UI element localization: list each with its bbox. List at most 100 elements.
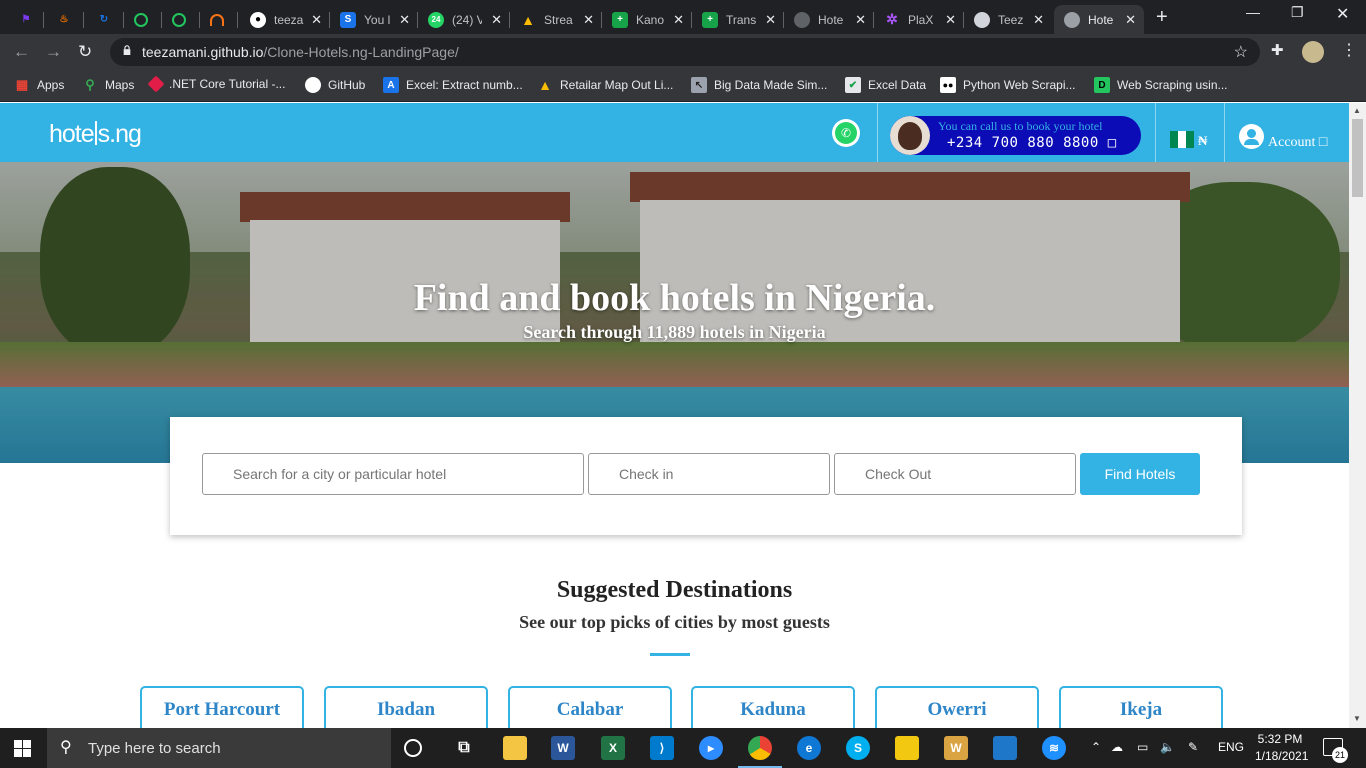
currency-selector[interactable]: ₦ bbox=[1198, 133, 1207, 149]
bookmark-excel-extract[interactable]: A Excel: Extract numb... bbox=[383, 77, 523, 93]
volume-icon[interactable]: 🔈 bbox=[1160, 740, 1175, 754]
edge-icon[interactable]: e bbox=[797, 736, 821, 760]
tray-expand-icon[interactable]: ⌃ bbox=[1091, 740, 1101, 754]
back-arrow-icon[interactable]: ← bbox=[13, 42, 30, 62]
browser-tab[interactable]: ♨ bbox=[46, 5, 84, 34]
language-indicator[interactable]: ENG bbox=[1218, 740, 1244, 754]
file-explorer-icon[interactable] bbox=[503, 736, 527, 760]
browser-tab[interactable]: ● teeza ✕ bbox=[240, 5, 330, 34]
check-out-input[interactable] bbox=[834, 453, 1076, 495]
restore-button[interactable]: ❐ bbox=[1291, 4, 1304, 21]
new-tab-button[interactable]: + bbox=[1156, 6, 1168, 29]
forward-arrow-icon[interactable]: → bbox=[45, 42, 62, 62]
cortana-icon[interactable] bbox=[404, 739, 422, 757]
check-in-input[interactable] bbox=[588, 453, 830, 495]
browser-tab[interactable]: ▲ Strea ✕ bbox=[510, 5, 602, 34]
scrollbar-thumb[interactable] bbox=[1352, 119, 1363, 197]
account-icon[interactable] bbox=[1239, 124, 1264, 149]
vscode-icon[interactable]: ⟩ bbox=[650, 736, 674, 760]
browser-tab[interactable]: ↻ bbox=[86, 5, 124, 34]
chrome-icon[interactable] bbox=[738, 736, 782, 768]
find-hotels-button[interactable]: Find Hotels bbox=[1080, 453, 1200, 495]
close-tab-icon[interactable]: ✕ bbox=[1033, 12, 1044, 28]
zoom-icon[interactable]: ▸ bbox=[699, 736, 723, 760]
nigeria-flag-icon[interactable] bbox=[1170, 131, 1194, 148]
close-tab-icon[interactable]: ✕ bbox=[855, 12, 866, 28]
city-card-kaduna[interactable]: Kaduna bbox=[691, 686, 855, 728]
power-bi-icon[interactable] bbox=[895, 736, 919, 760]
word-icon[interactable]: W bbox=[551, 736, 575, 760]
close-tab-icon[interactable]: ✕ bbox=[583, 12, 594, 28]
menu-kebab-icon[interactable]: ⋮ bbox=[1341, 40, 1357, 60]
browser-tab[interactable]: S You l ✕ bbox=[330, 5, 418, 34]
address-bar[interactable]: teezamani.github.io/Clone-Hotels.ng-Land… bbox=[110, 38, 1260, 66]
browser-tab[interactable]: Teez ✕ bbox=[964, 5, 1052, 34]
suggested-destinations-title: Suggested Destinations bbox=[556, 577, 793, 603]
browser-tab[interactable]: ✲ PlaX ✕ bbox=[874, 5, 964, 34]
browser-tab[interactable] bbox=[200, 5, 238, 34]
browser-tab-active[interactable]: Hote ✕ bbox=[1054, 5, 1144, 34]
extensions-puzzle-icon[interactable]: ✚ bbox=[1271, 41, 1284, 59]
skype-icon[interactable]: S bbox=[846, 736, 870, 760]
browser-tab[interactable]: + Kano ✕ bbox=[602, 5, 692, 34]
city-hotel-search-input[interactable] bbox=[202, 453, 584, 495]
city-card-owerri[interactable]: Owerri bbox=[875, 686, 1039, 728]
browser-tab-strip: ⚑ ♨ ↻ ● teeza ✕ S You l ✕ 24 (24) V ✕ ▲ Strea ✕ … bbox=[0, 0, 1366, 34]
profile-avatar[interactable] bbox=[1302, 41, 1324, 63]
city-card-calabar[interactable]: Calabar bbox=[508, 686, 672, 728]
close-window-button[interactable]: ✕ bbox=[1336, 4, 1349, 24]
bookmark-star-icon[interactable]: ☆ bbox=[1234, 42, 1248, 62]
close-tab-icon[interactable]: ✕ bbox=[399, 12, 410, 28]
browser-tab[interactable] bbox=[162, 5, 200, 34]
pen-icon[interactable]: ✎ bbox=[1188, 740, 1198, 754]
site-logo[interactable]: hote s.ng bbox=[49, 120, 142, 149]
lock-icon bbox=[123, 45, 131, 55]
close-tab-icon[interactable]: ✕ bbox=[765, 12, 776, 28]
bookmark-big-data[interactable]: ↖ Big Data Made Sim... bbox=[691, 77, 827, 93]
close-tab-icon[interactable]: ✕ bbox=[491, 12, 502, 28]
reload-icon[interactable]: ↻ bbox=[78, 42, 92, 62]
close-tab-icon[interactable]: ✕ bbox=[945, 12, 956, 28]
browser-tab[interactable] bbox=[124, 5, 162, 34]
windows-start-button[interactable] bbox=[14, 740, 32, 757]
browser-toolbar: ← → ↻ teezamani.github.io/Clone-Hotels.n… bbox=[0, 34, 1366, 70]
close-tab-icon[interactable]: ✕ bbox=[311, 12, 322, 28]
city-card-ibadan[interactable]: Ibadan bbox=[324, 686, 488, 728]
taskbar-search-box[interactable]: ⚲ Type here to search bbox=[47, 728, 391, 768]
bookmark-maps[interactable]: ⚲ Maps bbox=[82, 77, 134, 93]
account-menu[interactable]: Account □ bbox=[1268, 135, 1327, 151]
scroll-up-arrow-icon[interactable]: ▲ bbox=[1353, 106, 1361, 115]
clock-date: 1/18/2021 bbox=[1255, 749, 1309, 763]
browser-tab[interactable]: + Trans ✕ bbox=[692, 5, 784, 34]
bookmark-retailar[interactable]: ▲ Retailar Map Out Li... bbox=[537, 77, 673, 93]
whatsapp-icon[interactable]: ✆ bbox=[832, 119, 860, 147]
page-scrollbar[interactable]: ▲ ▼ bbox=[1349, 103, 1366, 728]
close-tab-icon[interactable]: ✕ bbox=[1125, 12, 1136, 28]
close-tab-icon[interactable]: ✕ bbox=[673, 12, 684, 28]
task-view-icon[interactable]: ⧉ bbox=[452, 736, 476, 760]
browser-tab[interactable]: Hote ✕ bbox=[784, 5, 874, 34]
city-card-ikeja[interactable]: Ikeja bbox=[1059, 686, 1223, 728]
bookmark-github[interactable]: GitHub bbox=[305, 77, 365, 93]
call-to-book-banner[interactable]: You can call us to book your hotel +234 … bbox=[890, 116, 1141, 155]
notification-center-icon[interactable]: 21 bbox=[1323, 738, 1348, 763]
bookmark-excel-data[interactable]: ✔ Excel Data bbox=[845, 77, 926, 93]
bookmark-python-scraping[interactable]: ●● Python Web Scrapi... bbox=[940, 77, 1076, 93]
clock[interactable]: 5:32 PM 1/18/2021 bbox=[1255, 731, 1309, 765]
wordpad-icon[interactable]: W bbox=[944, 736, 968, 760]
bookmark-dotnet[interactable]: .NET Core Tutorial -... bbox=[147, 75, 285, 93]
header-divider bbox=[1224, 103, 1225, 162]
browser-tab[interactable]: 24 (24) V ✕ bbox=[418, 5, 510, 34]
onedrive-icon[interactable]: ☁ bbox=[1111, 740, 1123, 754]
bookmark-apps[interactable]: ▦ Apps bbox=[14, 77, 65, 93]
excel-icon[interactable]: X bbox=[601, 736, 625, 760]
minimize-button[interactable]: — bbox=[1246, 4, 1260, 20]
browser-tab[interactable]: ⚑ bbox=[8, 5, 44, 34]
city-card-port-harcourt[interactable]: Port Harcourt bbox=[140, 686, 304, 728]
battery-icon[interactable]: ▭ bbox=[1137, 740, 1148, 754]
photos-icon[interactable] bbox=[993, 736, 1017, 760]
bookmark-web-scraping[interactable]: D Web Scraping usin... bbox=[1094, 77, 1228, 93]
scroll-down-arrow-icon[interactable]: ▼ bbox=[1353, 714, 1361, 723]
plax-icon: ✲ bbox=[886, 11, 898, 27]
network-app-icon[interactable]: ≋ bbox=[1042, 736, 1066, 760]
